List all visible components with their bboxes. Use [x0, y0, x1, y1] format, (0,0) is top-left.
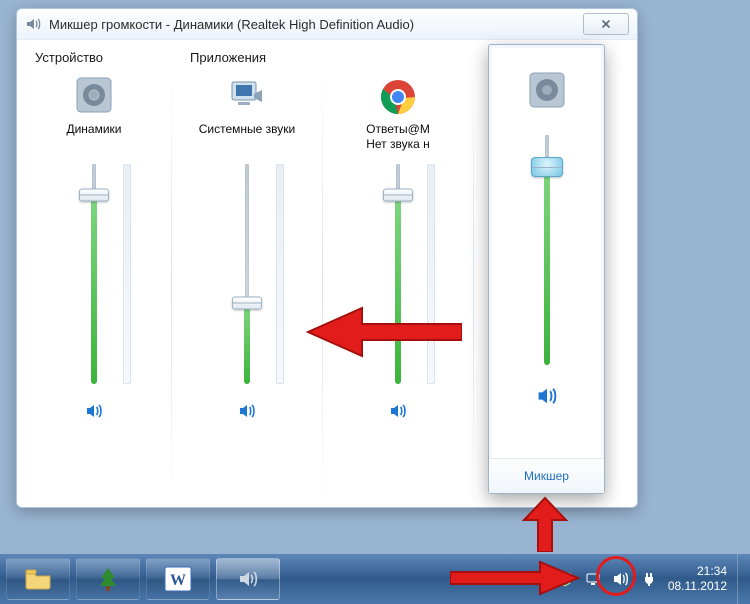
taskbar-clock[interactable]: 21:34 08.11.2012 [662, 564, 737, 594]
app-volume-slider[interactable] [224, 164, 270, 384]
speaker-icon [25, 16, 41, 32]
svg-text:W: W [170, 572, 186, 589]
device-mute-button[interactable] [79, 398, 109, 424]
tray-network-icon[interactable] [584, 570, 602, 588]
plug-icon [641, 571, 657, 587]
device-peak-meter [123, 164, 131, 384]
titlebar[interactable]: Микшер громкости - Динамики (Realtek Hig… [17, 9, 637, 40]
taskbar-app-explorer[interactable] [6, 558, 70, 600]
flyout-volume-slider[interactable] [524, 135, 570, 365]
flyout-mute-button[interactable] [532, 383, 562, 409]
open-mixer-link[interactable]: Микшер [489, 458, 604, 493]
device-label: Динамики [17, 122, 171, 154]
chrome-icon[interactable] [379, 78, 417, 116]
shield-icon [557, 571, 573, 587]
app-mute-button[interactable] [232, 398, 262, 424]
app-mute-button[interactable] [383, 398, 413, 424]
taskbar-app-tree[interactable] [76, 558, 140, 600]
speaker-device-icon[interactable] [73, 74, 115, 116]
app-peak-meter [427, 164, 435, 384]
speaker-icon [236, 567, 260, 591]
close-button[interactable] [583, 13, 629, 35]
app-label: Ответы@M Нет звука н [323, 122, 473, 154]
sound-on-icon [84, 401, 104, 421]
window-title: Микшер громкости - Динамики (Realtek Hig… [49, 17, 583, 32]
taskbar-app-volume-mixer[interactable] [216, 558, 280, 600]
chevron-up-icon [503, 573, 515, 585]
volume-flyout: Микшер [488, 44, 605, 494]
app-column-system-sounds: Приложения Системные звуки [172, 40, 322, 508]
clock-time: 21:34 [668, 564, 727, 579]
word-icon: W [164, 566, 192, 592]
taskbar-app-word[interactable]: W [146, 558, 210, 600]
tray-power-icon[interactable] [640, 570, 658, 588]
close-icon [600, 18, 612, 30]
section-label-apps: Приложения [172, 50, 322, 68]
sound-on-icon [535, 384, 559, 408]
system-sounds-icon[interactable] [226, 74, 268, 116]
folder-icon [24, 568, 52, 590]
device-volume-slider[interactable] [71, 164, 117, 384]
tray-flag-icon[interactable] [528, 570, 546, 588]
tray-show-hidden-icon[interactable] [500, 570, 518, 588]
network-icon [585, 571, 601, 587]
speaker-device-icon[interactable] [526, 69, 568, 111]
sound-on-icon [237, 401, 257, 421]
sound-on-icon [388, 401, 408, 421]
taskbar: W 21:34 [0, 554, 750, 604]
tray-volume-icon[interactable] [612, 570, 630, 588]
sound-on-icon [612, 570, 630, 588]
app-volume-slider[interactable] [375, 164, 421, 384]
tree-icon [96, 566, 120, 592]
app-column-chrome: Ответы@M Нет звука н [323, 40, 473, 508]
flag-icon [529, 571, 545, 587]
system-tray [500, 570, 662, 588]
app-label: Системные звуки [172, 122, 322, 154]
show-desktop-button[interactable] [737, 554, 750, 604]
app-peak-meter [276, 164, 284, 384]
tray-shield-icon[interactable] [556, 570, 574, 588]
clock-date: 08.11.2012 [668, 579, 727, 594]
section-label-device: Устройство [17, 50, 171, 68]
device-section: Устройство Динамики [17, 40, 171, 508]
